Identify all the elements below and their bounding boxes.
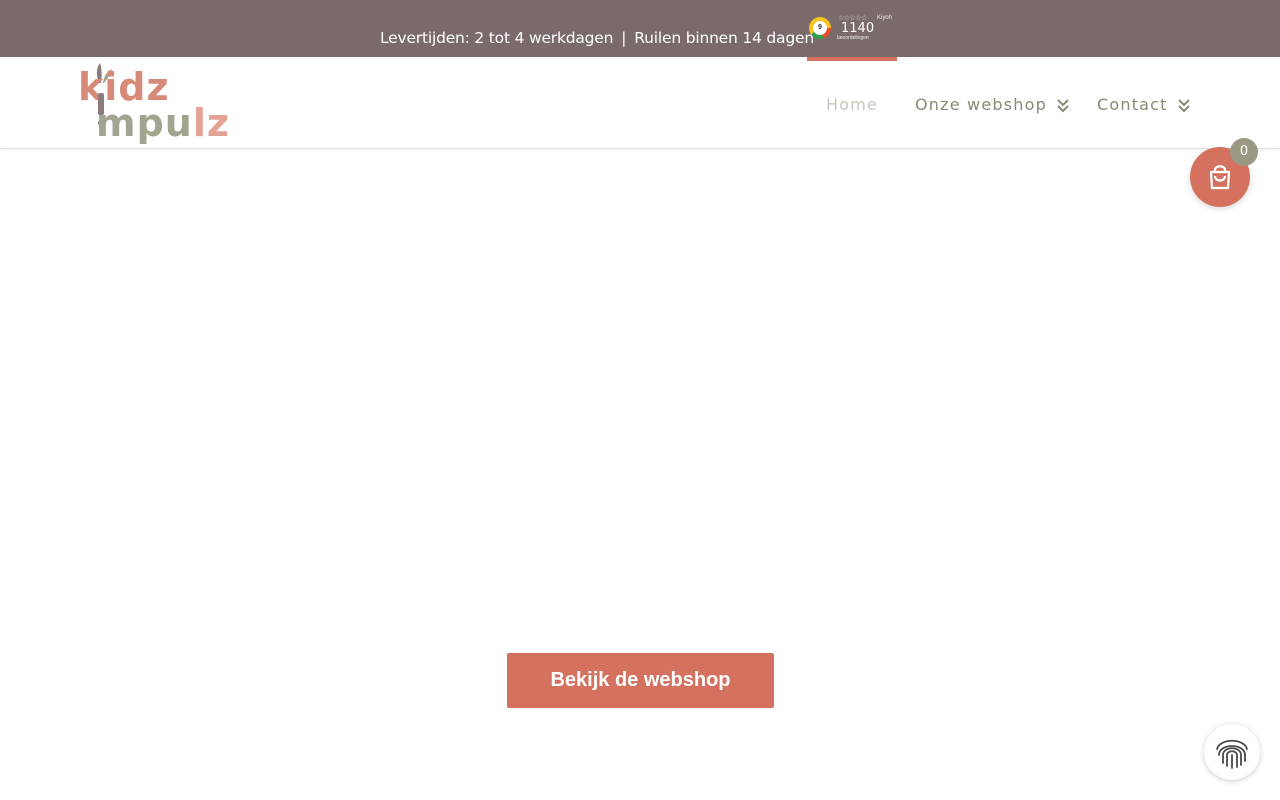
top-announcement-bar: Levertijden: 2 tot 4 werkdagen | Ruilen bi… (0, 0, 1280, 57)
fingerprint-icon (1210, 730, 1254, 774)
kiyoh-score: 9 (818, 24, 822, 31)
nav-item-webshop[interactable]: Onze webshop (915, 57, 1069, 149)
logo-impulz-part2: lz (192, 101, 231, 145)
double-chevron-down-icon (1057, 98, 1069, 112)
view-webshop-button[interactable]: Bekijk de webshop (507, 653, 774, 708)
cookie-settings-button[interactable] (1204, 724, 1260, 780)
review-count: 1140 (841, 21, 875, 36)
nav-contact-label: Contact (1097, 95, 1168, 114)
nav-item-home[interactable]: Home (806, 57, 898, 149)
nav-webshop-label: Onze webshop (915, 95, 1047, 114)
cart-count-badge: 0 (1230, 138, 1258, 166)
kiyoh-brand: Kiyoh (877, 15, 893, 21)
double-chevron-down-icon (1178, 98, 1190, 112)
shopping-bag-icon (1209, 165, 1231, 190)
returns-text: Ruilen binnen 14 dagen (634, 29, 814, 47)
review-label: beoordelingen (837, 35, 869, 41)
shipping-info: Levertijden: 2 tot 4 werkdagen | Ruilen bi… (380, 28, 814, 48)
separator: | (621, 29, 627, 47)
nav-home-label: Home (826, 95, 879, 114)
logo-impulz-part1: mpu (96, 101, 193, 145)
site-header: kidz mpulz Home Onze webshop Contact (0, 57, 1280, 149)
logo-word-impulz: mpulz (96, 101, 230, 145)
kiyoh-review-widget[interactable]: 9 ☆☆☆☆☆ Kiyoh 1140 beoordelingen (807, 13, 899, 43)
kidz-impulz-logo[interactable]: kidz mpulz (78, 63, 240, 147)
nav-item-contact[interactable]: Contact (1097, 57, 1190, 149)
delivery-time-text: Levertijden: 2 tot 4 werkdagen (380, 29, 614, 47)
